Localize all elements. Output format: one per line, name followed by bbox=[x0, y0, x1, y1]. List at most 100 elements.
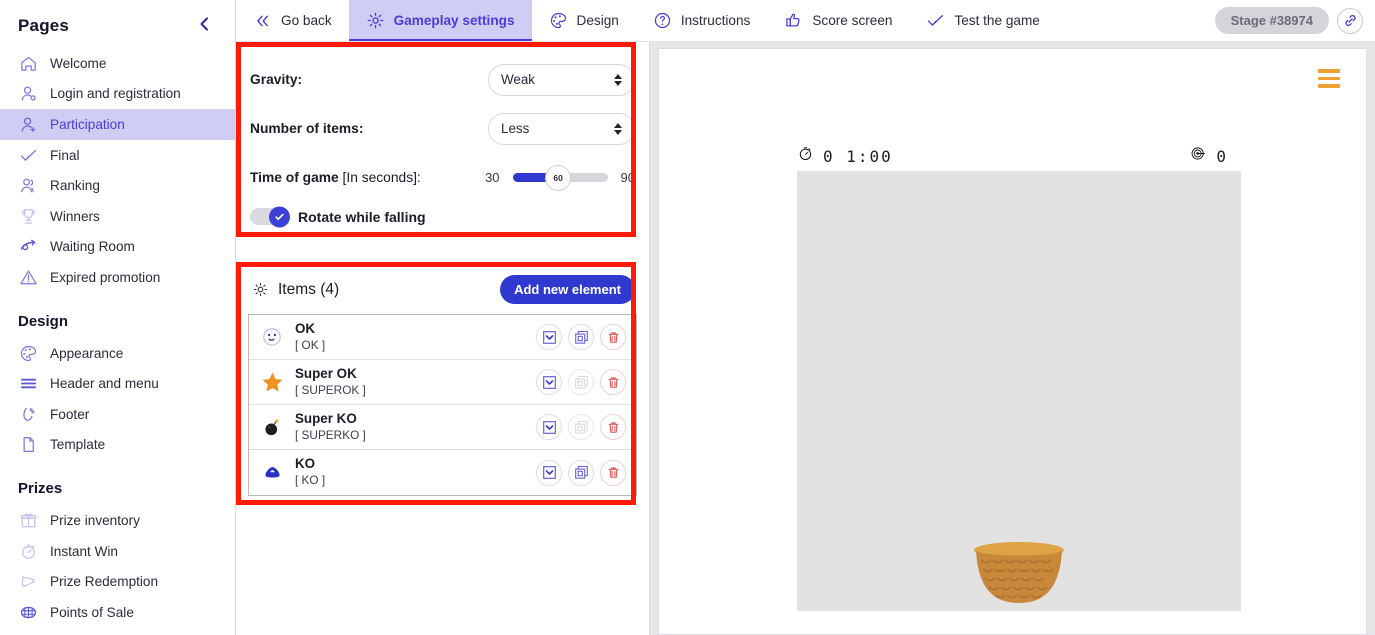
add-new-element-button[interactable]: Add new element bbox=[500, 275, 635, 304]
sidebar-item-ranking[interactable]: Ranking bbox=[0, 170, 235, 201]
trash-icon[interactable] bbox=[600, 459, 626, 486]
tab-label: Score screen bbox=[812, 13, 893, 28]
chevron-down-box-icon[interactable] bbox=[536, 414, 562, 440]
tab-label: Gameplay settings bbox=[393, 13, 515, 28]
slider-handle[interactable]: 60 bbox=[545, 164, 572, 191]
sidebar-item-participation[interactable]: Participation bbox=[0, 109, 235, 140]
table-row[interactable]: KO [ KO ] bbox=[249, 450, 636, 495]
item-name: Super KO bbox=[295, 410, 357, 426]
gravity-value: Weak bbox=[501, 72, 535, 87]
sidebar-item-header-and-menu[interactable]: Header and menu bbox=[0, 368, 235, 399]
document-icon bbox=[18, 435, 38, 455]
game-play-area[interactable] bbox=[797, 171, 1241, 611]
tab-label: Test the game bbox=[954, 13, 1040, 28]
home-icon bbox=[18, 53, 38, 73]
sidebar-scrollbar[interactable] bbox=[229, 0, 234, 635]
sidebar-item-waiting-room[interactable]: Waiting Room bbox=[0, 232, 235, 263]
items-list: OK [ OK ] Super OK [SUPEROK] Super KO … bbox=[248, 314, 637, 496]
status-badge[interactable]: Stage #38974 bbox=[1214, 7, 1329, 34]
sidebar-item-label: Ranking bbox=[50, 178, 100, 194]
sidebar-item-label: Header and menu bbox=[50, 376, 159, 392]
tab-score-screen[interactable]: Score screen bbox=[767, 0, 909, 41]
game-hud: 0 1:00 0 bbox=[797, 145, 1228, 167]
items-title: Items (4) bbox=[278, 280, 340, 298]
sidebar-header: Pages bbox=[0, 0, 235, 48]
items-panel-header: Items (4) Add new element bbox=[248, 273, 637, 314]
time-of-game-label-light: [In seconds]: bbox=[342, 170, 421, 185]
preview-column: 0 1:00 0 bbox=[650, 42, 1375, 635]
palette-icon bbox=[18, 343, 38, 363]
sidebar-item-points-of-sale[interactable]: Points of Sale bbox=[0, 597, 235, 628]
item-code: [ KO ] bbox=[295, 473, 326, 488]
chevron-down-box-icon[interactable] bbox=[536, 324, 562, 350]
trash-icon[interactable] bbox=[600, 324, 626, 350]
number-of-items-select[interactable]: Less bbox=[488, 112, 635, 145]
gravity-label: Gravity: bbox=[250, 72, 303, 87]
double-chevron-left-icon bbox=[253, 11, 272, 30]
body-split: Gravity: Weak Number of items: Less Time… bbox=[236, 42, 1375, 635]
tab-instructions[interactable]: Instructions bbox=[636, 0, 768, 41]
duplicate-icon[interactable] bbox=[568, 459, 594, 486]
timer-value: 0 1:00 bbox=[823, 146, 893, 166]
tab-design[interactable]: Design bbox=[532, 0, 636, 41]
sidebar-item-instant-win[interactable]: Instant Win bbox=[0, 536, 235, 567]
user-key-icon bbox=[18, 84, 38, 104]
target-icon bbox=[1190, 145, 1207, 167]
sidebar-item-label: Points of Sale bbox=[50, 604, 134, 620]
bomb-icon bbox=[261, 416, 283, 438]
item-code: [ SUPEROK ] bbox=[295, 382, 366, 397]
slider-min-label: 30 bbox=[485, 170, 500, 185]
rotate-while-falling-label: Rotate while falling bbox=[298, 208, 426, 225]
top-tab-bar: Go back Gameplay settings Design Instruc… bbox=[236, 0, 1375, 42]
rotate-while-falling-toggle[interactable] bbox=[250, 206, 290, 227]
hud-score: 0 bbox=[1190, 145, 1228, 167]
time-of-game-label: Time of game [In seconds]: bbox=[250, 170, 485, 185]
duplicate-icon[interactable] bbox=[568, 324, 594, 350]
sidebar-item-welcome[interactable]: Welcome bbox=[0, 48, 235, 79]
number-of-items-row: Number of items: Less bbox=[250, 104, 635, 153]
basket-icon[interactable] bbox=[971, 538, 1067, 627]
trash-icon[interactable] bbox=[600, 414, 626, 440]
palette-icon bbox=[549, 11, 568, 30]
sidebar-item-winners[interactable]: Winners bbox=[0, 201, 235, 232]
chevron-down-box-icon[interactable] bbox=[536, 369, 562, 395]
app-root: Pages Welcome Login and registration Par… bbox=[0, 0, 1375, 635]
sidebar-item-label: Prize inventory bbox=[50, 512, 140, 528]
sidebar-item-prize-inventory[interactable]: Prize inventory bbox=[0, 505, 235, 536]
tab-label: Instructions bbox=[680, 13, 751, 28]
chevron-left-icon[interactable] bbox=[191, 14, 217, 38]
sidebar-item-footer[interactable]: Footer bbox=[0, 399, 235, 430]
sidebar-item-label: Footer bbox=[50, 406, 90, 422]
sidebar-item-login-and-registration[interactable]: Login and registration bbox=[0, 79, 235, 110]
question-circle-icon bbox=[653, 11, 672, 30]
gravity-select[interactable]: Weak bbox=[488, 63, 635, 96]
hamburger-menu-icon[interactable] bbox=[1318, 69, 1340, 88]
link-icon[interactable] bbox=[1337, 7, 1363, 34]
item-name: KO bbox=[295, 456, 316, 472]
item-text: Super KO [ SUPERKO ] bbox=[295, 411, 536, 443]
number-of-items-label: Number of items: bbox=[250, 121, 364, 136]
ticket-icon bbox=[18, 572, 38, 592]
table-row[interactable]: Super OK [ SUPEROK ] bbox=[249, 360, 636, 405]
sidebar-item-label: Appearance bbox=[50, 345, 124, 361]
sidebar-item-label: Participation bbox=[50, 116, 125, 132]
sidebar-item-expired-promotion[interactable]: Expired promotion bbox=[0, 262, 235, 293]
sidebar-item-template[interactable]: Template bbox=[0, 430, 235, 461]
chevron-down-box-icon[interactable] bbox=[536, 459, 562, 486]
trash-icon[interactable] bbox=[600, 369, 626, 395]
table-row[interactable]: OK [ OK ] bbox=[249, 315, 636, 360]
tab-gameplay-settings[interactable]: Gameplay settings bbox=[348, 0, 532, 41]
sidebar-item-prize-redemption[interactable]: Prize Redemption bbox=[0, 566, 235, 597]
table-row[interactable]: Super KO [ SUPERKO ] bbox=[249, 405, 636, 450]
check-icon bbox=[926, 11, 945, 30]
sidebar-item-appearance[interactable]: Appearance bbox=[0, 338, 235, 369]
duplicate-icon bbox=[568, 369, 594, 395]
sidebar: Pages Welcome Login and registration Par… bbox=[0, 0, 236, 635]
sidebar-item-final[interactable]: Final bbox=[0, 140, 235, 171]
smiley-face-icon bbox=[261, 326, 283, 348]
clock-arrow-icon bbox=[18, 237, 38, 257]
time-of-game-slider[interactable]: 60 bbox=[512, 164, 608, 191]
score-value: 0 bbox=[1216, 146, 1228, 166]
tab-test-the-game[interactable]: Test the game bbox=[909, 0, 1056, 41]
tab-go-back[interactable]: Go back bbox=[236, 0, 349, 41]
